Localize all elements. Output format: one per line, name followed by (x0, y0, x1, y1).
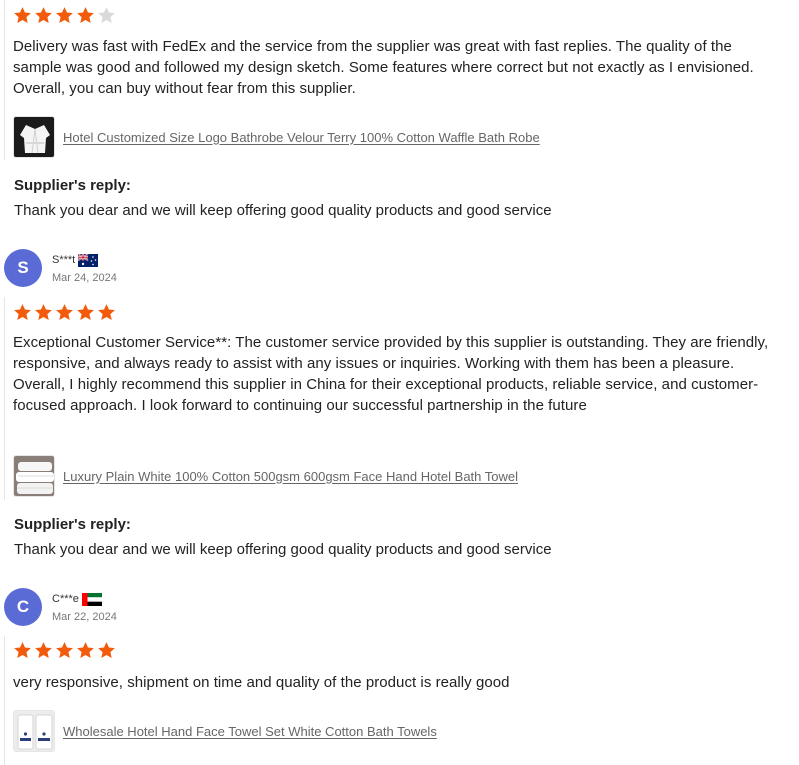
australia-flag-icon (78, 253, 99, 267)
star-filled-icon (13, 641, 32, 660)
star-rating (13, 641, 116, 660)
uae-flag-icon (81, 592, 102, 606)
star-filled-icon (97, 303, 116, 322)
supplier-reply: Supplier's reply: Thank you dear and we … (14, 516, 774, 560)
reply-text: Thank you dear and we will keep offering… (14, 202, 552, 219)
reviewer-name: C***e (52, 593, 79, 605)
star-filled-icon (76, 641, 95, 660)
hotel-towels-thumbnail[interactable] (13, 710, 55, 752)
reply-text: Thank you dear and we will keep offering… (14, 541, 552, 558)
product-link[interactable]: Wholesale Hotel Hand Face Towel Set Whit… (63, 724, 437, 739)
star-filled-icon (76, 6, 95, 25)
reviewer-header: S S***t Mar 24, 2024 (4, 249, 117, 287)
towel-stack-thumbnail[interactable] (13, 455, 55, 497)
review-date: Mar 24, 2024 (52, 272, 117, 284)
product-link[interactable]: Hotel Customized Size Logo Bathrobe Velo… (63, 130, 540, 145)
review-divider-line (4, 0, 5, 160)
review-text: Delivery was fast with FedEx and the ser… (13, 38, 754, 97)
reply-title: Supplier's reply: (14, 516, 131, 533)
reviewer-name: S***t (52, 254, 76, 266)
bathrobe-thumbnail[interactable] (13, 116, 55, 158)
star-filled-icon (55, 641, 74, 660)
star-rating (13, 303, 116, 322)
star-rating (13, 6, 116, 25)
review-text: very responsive, shipment on time and qu… (13, 674, 510, 691)
review-divider-line (4, 297, 5, 500)
star-filled-icon (34, 641, 53, 660)
avatar: S (4, 249, 42, 287)
supplier-reply: Supplier's reply: Thank you dear and we … (14, 177, 774, 221)
star-empty-icon (97, 6, 116, 25)
product-reference[interactable]: Wholesale Hotel Hand Face Towel Set Whit… (13, 710, 437, 752)
star-filled-icon (76, 303, 95, 322)
product-reference[interactable]: Luxury Plain White 100% Cotton 500gsm 60… (13, 455, 518, 497)
star-filled-icon (13, 303, 32, 322)
reviewer-header: C C***e Mar 22, 2024 (4, 588, 117, 626)
review-date: Mar 22, 2024 (52, 611, 117, 623)
star-filled-icon (13, 6, 32, 25)
star-filled-icon (34, 6, 53, 25)
reply-title: Supplier's reply: (14, 177, 131, 194)
review-text: Exceptional Customer Service**: The cust… (13, 334, 769, 414)
star-filled-icon (97, 641, 116, 660)
avatar: C (4, 588, 42, 626)
review-divider-line (4, 636, 5, 765)
star-filled-icon (55, 303, 74, 322)
star-filled-icon (34, 303, 53, 322)
product-reference[interactable]: Hotel Customized Size Logo Bathrobe Velo… (13, 116, 540, 158)
product-link[interactable]: Luxury Plain White 100% Cotton 500gsm 60… (63, 469, 518, 484)
star-filled-icon (55, 6, 74, 25)
